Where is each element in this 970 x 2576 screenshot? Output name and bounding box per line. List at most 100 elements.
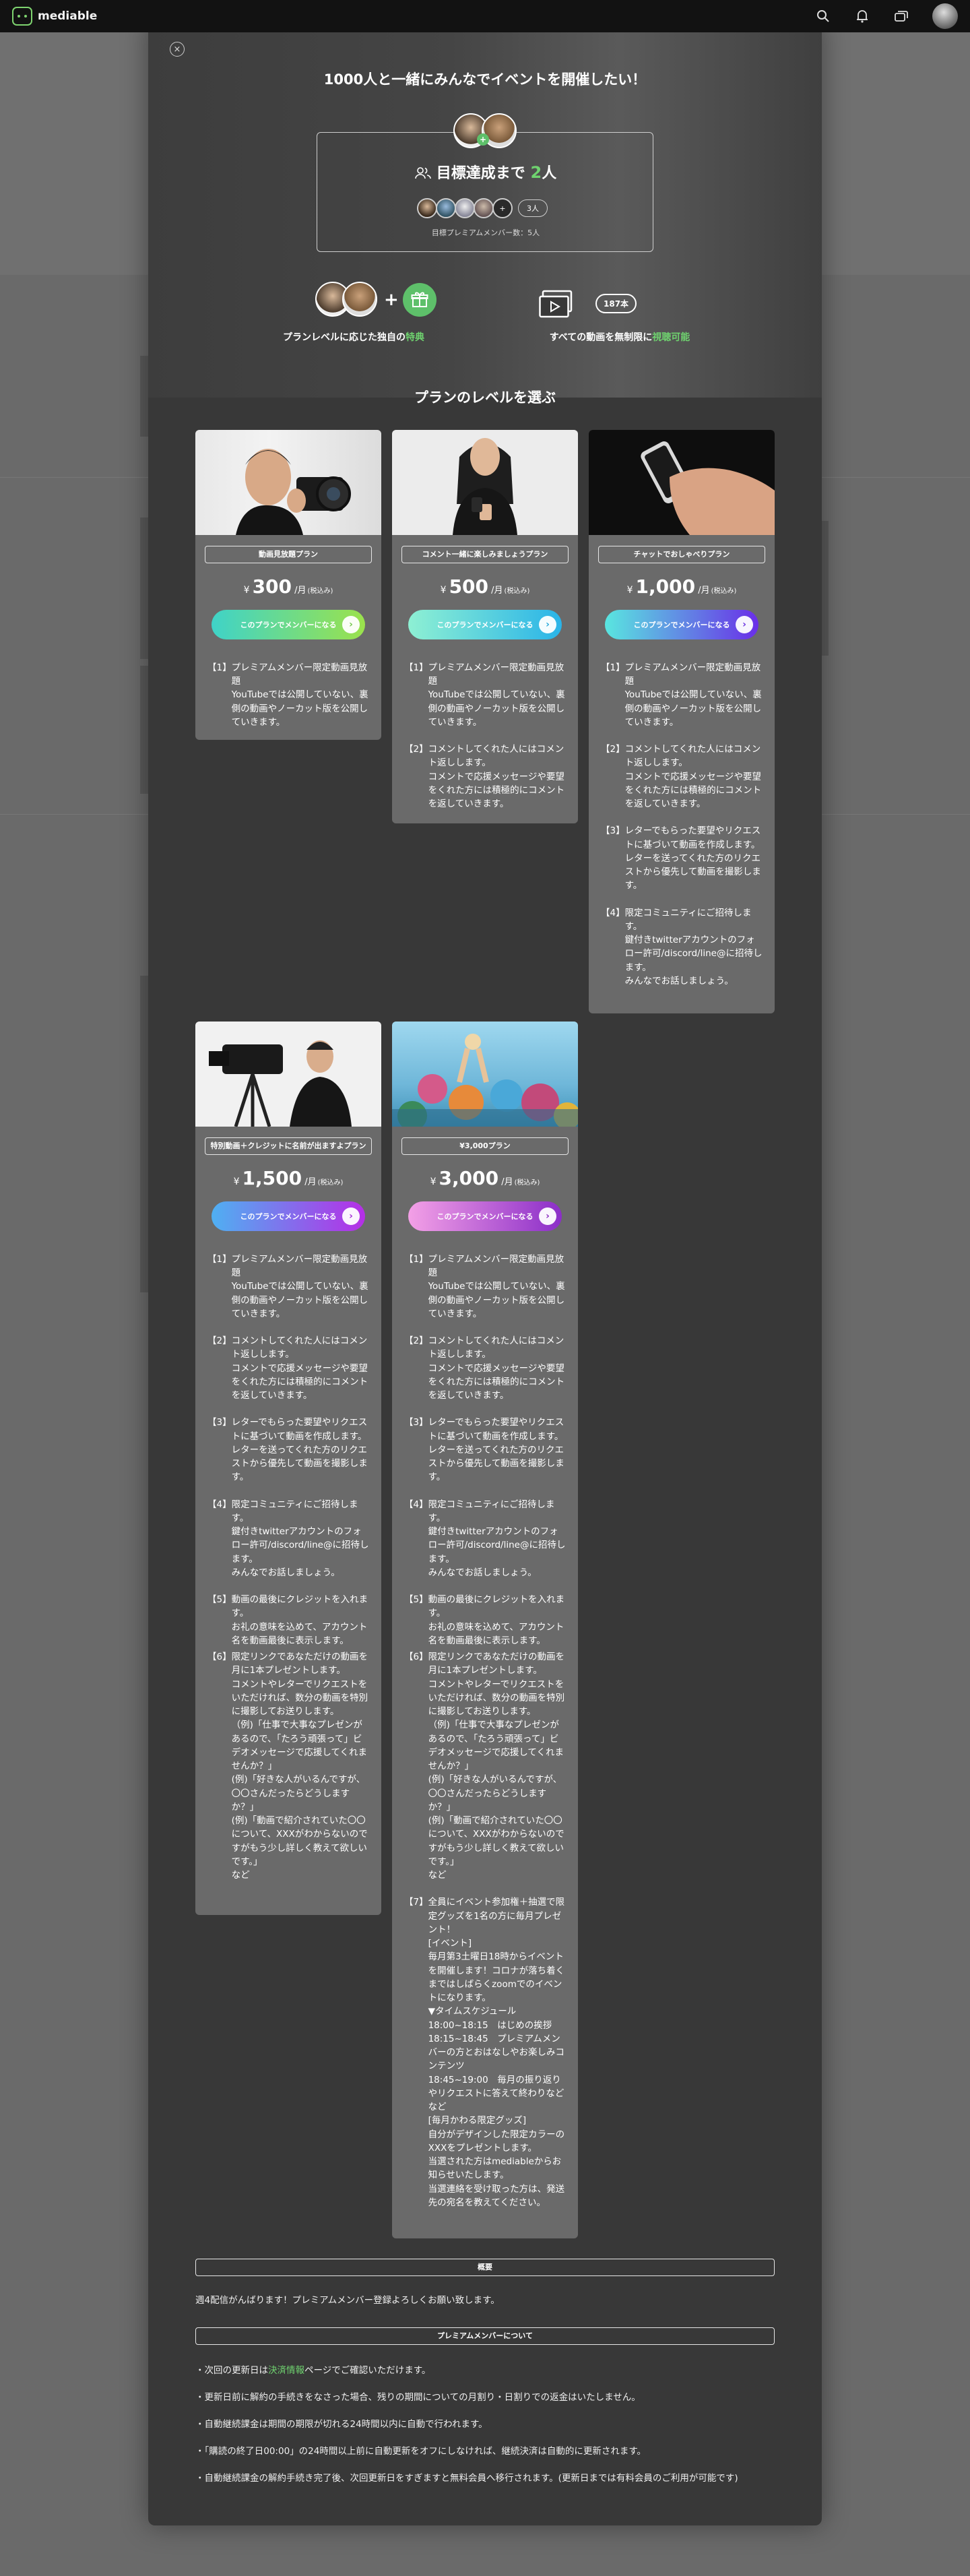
item-text: 動画の最後にクレジットを入れます。 お礼の意味を込めて、アカウント名を動画最後に… (231, 1594, 368, 1646)
modal-title: 1000人と一緒にみんなでイベントを開催したい！ (323, 71, 647, 88)
price-unit: /月 (698, 585, 710, 596)
list-item: 【5】 動画の最後にクレジットを入れます。 お礼の意味を込めて、アカウント名を動画… (404, 1593, 566, 1647)
plan-name: 動画見放題プラン (205, 546, 372, 563)
avatar (455, 198, 475, 218)
join-plan-button[interactable]: このプランでメンバーになる › (408, 609, 562, 639)
plan-benefit-text: プランレベルに応じた独自の特典 (276, 330, 431, 344)
site-logo[interactable]: mediable (12, 7, 97, 26)
avatar (436, 198, 456, 218)
tax-note: (税込み) (711, 587, 737, 595)
goal-heading: 目標達成まで 2人 (317, 161, 654, 183)
item-number: 【2】 (601, 744, 625, 755)
plan-benefit-list: 【1】 プレミアムメンバー限定動画見放題 YouTubeでは公開していない、裏側の… (207, 661, 369, 729)
plan-card-500: コメント一緒に楽しみましょうプラン ¥500 /月 (税込み) このプランでメンバ… (392, 430, 578, 823)
item-number: 【7】 (404, 1897, 428, 1908)
item-number: 【3】 (601, 825, 625, 837)
list-item: 【4】 限定コミュニティにご招待します。 鍵付きtwitterアカウントのフォロー… (207, 1498, 369, 1580)
goal-box: 目標達成まで 2人 + 3人 目標プレミアムメンバー数：5人 (317, 132, 653, 252)
item-number: 【1】 (207, 662, 232, 673)
plan-price: ¥1,000 /月 (税込み) (589, 575, 775, 598)
chevron-right-icon: › (342, 1207, 360, 1225)
currency-symbol: ¥ (233, 1176, 240, 1187)
join-plan-button[interactable]: このプランでメンバーになる › (605, 609, 758, 639)
price-value: 3,000 (439, 1166, 499, 1189)
gift-icon (403, 283, 437, 317)
item-number: 【1】 (601, 662, 625, 673)
item-number: 【4】 (601, 907, 625, 918)
item-number: 【2】 (207, 1336, 232, 1347)
payment-info-link[interactable]: 決済情報 (268, 2365, 304, 2376)
list-item: 【3】 レターでもらった要望やリクエストに基づいて動画を作成します。 レターを送っ… (207, 1416, 369, 1484)
plus-icon: + (384, 290, 399, 310)
goal-prefix: 目標達成まで (436, 165, 525, 182)
join-plan-button[interactable]: このプランでメンバーになる › (408, 1201, 562, 1231)
item-text: 動画の最後にクレジットを入れます。 お礼の意味を込めて、アカウント名を動画最後に… (428, 1594, 565, 1646)
price-unit: /月 (491, 585, 503, 596)
avatar (474, 198, 494, 218)
item-text: 限定コミュニティにご招待します。 鍵付きtwitterアカウントのフォロー許可/… (428, 1499, 566, 1578)
chevron-right-icon: › (736, 615, 753, 633)
video-benefit-highlight: 視聴可能 (652, 332, 690, 343)
list-item: 【2】 コメントしてくれた人にはコメント返しします。 コメントで応援メッセージや要… (207, 1334, 369, 1402)
membership-info-header: プレミアムメンバーについて (195, 2327, 775, 2345)
plan-name: コメント一緒に楽しみましょうプラン (401, 546, 569, 563)
price-unit: /月 (304, 1176, 317, 1187)
video-benefit-label: すべての動画を無制限に (549, 332, 653, 343)
item-text: 限定コミュニティにご招待します。 鍵付きtwitterアカウントのフォロー許可/… (231, 1499, 369, 1578)
tax-note: (税込み) (504, 587, 530, 595)
chevron-right-icon: › (539, 615, 556, 633)
add-member-icon: + (492, 198, 513, 218)
list-item: 【3】 レターでもらった要望やリクエストに基づいて動画を作成します。 レターを送っ… (601, 824, 763, 892)
currency-symbol: ¥ (440, 584, 447, 596)
join-plan-button[interactable]: このプランでメンバーになる › (212, 1201, 365, 1231)
summary-header: 概要 (195, 2259, 775, 2276)
currency-symbol: ¥ (430, 1176, 437, 1187)
cards-icon[interactable] (893, 8, 909, 24)
premium-membership-modal: × 1000人と一緒にみんなでイベントを開催したい！ 目標達成まで 2人 + 3… (148, 20, 822, 2525)
join-plan-button[interactable]: このプランでメンバーになる › (212, 609, 365, 639)
list-item: 【6】 限定リンクであなただけの動画を月に1本プレゼントします。 コメントやレター… (207, 1650, 369, 1882)
list-item: 【1】 プレミアムメンバー限定動画見放題 YouTubeでは公開していない、裏側の… (601, 661, 763, 729)
item-text: 全員にイベント参加権＋抽選で限定グッズを1名の方に毎月プレゼント！ [イベント]… (428, 1897, 565, 2208)
plan-price: ¥1,500 /月 (税込み) (195, 1167, 381, 1189)
item-text: コメントしてくれた人にはコメント返しします。 コメントで応援メッセージや要望をく… (428, 744, 565, 810)
item-number: 【1】 (207, 1253, 232, 1265)
goal-suffix: 人 (542, 165, 557, 182)
video-library-icon (539, 290, 573, 318)
avatar[interactable] (932, 3, 958, 29)
item-text: 限定コミュニティにご招待します。 鍵付きtwitterアカウントのフォロー許可/… (624, 907, 763, 986)
item-text: プレミアムメンバー限定動画見放題 YouTubeでは公開していない、裏側の動画や… (231, 662, 368, 728)
people-icon (414, 167, 431, 179)
list-item: 【2】 コメントしてくれた人にはコメント返しします。 コメントで応援メッセージや要… (601, 743, 763, 811)
plan-price: ¥300 /月 (税込み) (195, 575, 381, 598)
membership-info-line: ・自動継続課金は期間の期限が切れる24時間以内に自動で行われます。 (195, 2419, 488, 2430)
info-text: ・次回の更新日は (195, 2365, 268, 2376)
search-icon[interactable] (815, 8, 831, 24)
item-text: 限定リンクであなただけの動画を月に1本プレゼントします。 コメントやレターでリク… (428, 1652, 565, 1881)
item-number: 【2】 (404, 744, 428, 755)
plan-name: 特別動画＋クレジットに名前が出ますよプラン (205, 1137, 372, 1155)
section-title-plan-level: プランのレベルを選ぶ (414, 389, 556, 406)
avatar (342, 282, 377, 317)
item-text: レターでもらった要望やリクエストに基づいて動画を作成します。 レターを送ってくれ… (231, 1417, 368, 1483)
membership-info-line: ・更新日前に解約の手続きをなさった場合、残りの期間についての月割り・日割りでの返… (195, 2392, 641, 2403)
item-number: 【3】 (404, 1417, 428, 1428)
list-item: 【4】 限定コミュニティにご招待します。 鍵付きtwitterアカウントのフォロー… (404, 1498, 566, 1580)
item-number: 【4】 (404, 1499, 428, 1510)
join-plan-label: このプランでメンバーになる (633, 620, 730, 629)
plan-benefit-list: 【1】 プレミアムメンバー限定動画見放題 YouTubeでは公開していない、裏側の… (404, 661, 566, 811)
bell-icon[interactable] (854, 8, 870, 24)
item-text: 限定リンクであなただけの動画を月に1本プレゼントします。 コメントやレターでリク… (231, 1652, 368, 1881)
price-unit: /月 (501, 1176, 513, 1187)
tax-note: (税込み) (317, 1179, 344, 1187)
plan-name: ¥3,000プラン (401, 1137, 569, 1155)
membership-info-line: ・次回の更新日は決済情報ページでご確認いただけます。 (195, 2362, 788, 2376)
close-button[interactable]: × (170, 42, 185, 57)
membership-info-line: ・自動継続課金の解約手続き完了後、次回更新日をすぎますと無料会員へ移行されます。… (195, 2473, 738, 2484)
plan-image (195, 430, 381, 535)
item-number: 【1】 (404, 662, 428, 673)
join-plan-label: このプランでメンバーになる (437, 1212, 534, 1221)
list-item: 【2】 コメントしてくれた人にはコメント返しします。 コメントで応援メッセージや要… (404, 1334, 566, 1402)
item-text: コメントしてくれた人にはコメント返しします。 コメントで応援メッセージや要望をく… (231, 1336, 368, 1402)
price-value: 500 (449, 575, 489, 598)
